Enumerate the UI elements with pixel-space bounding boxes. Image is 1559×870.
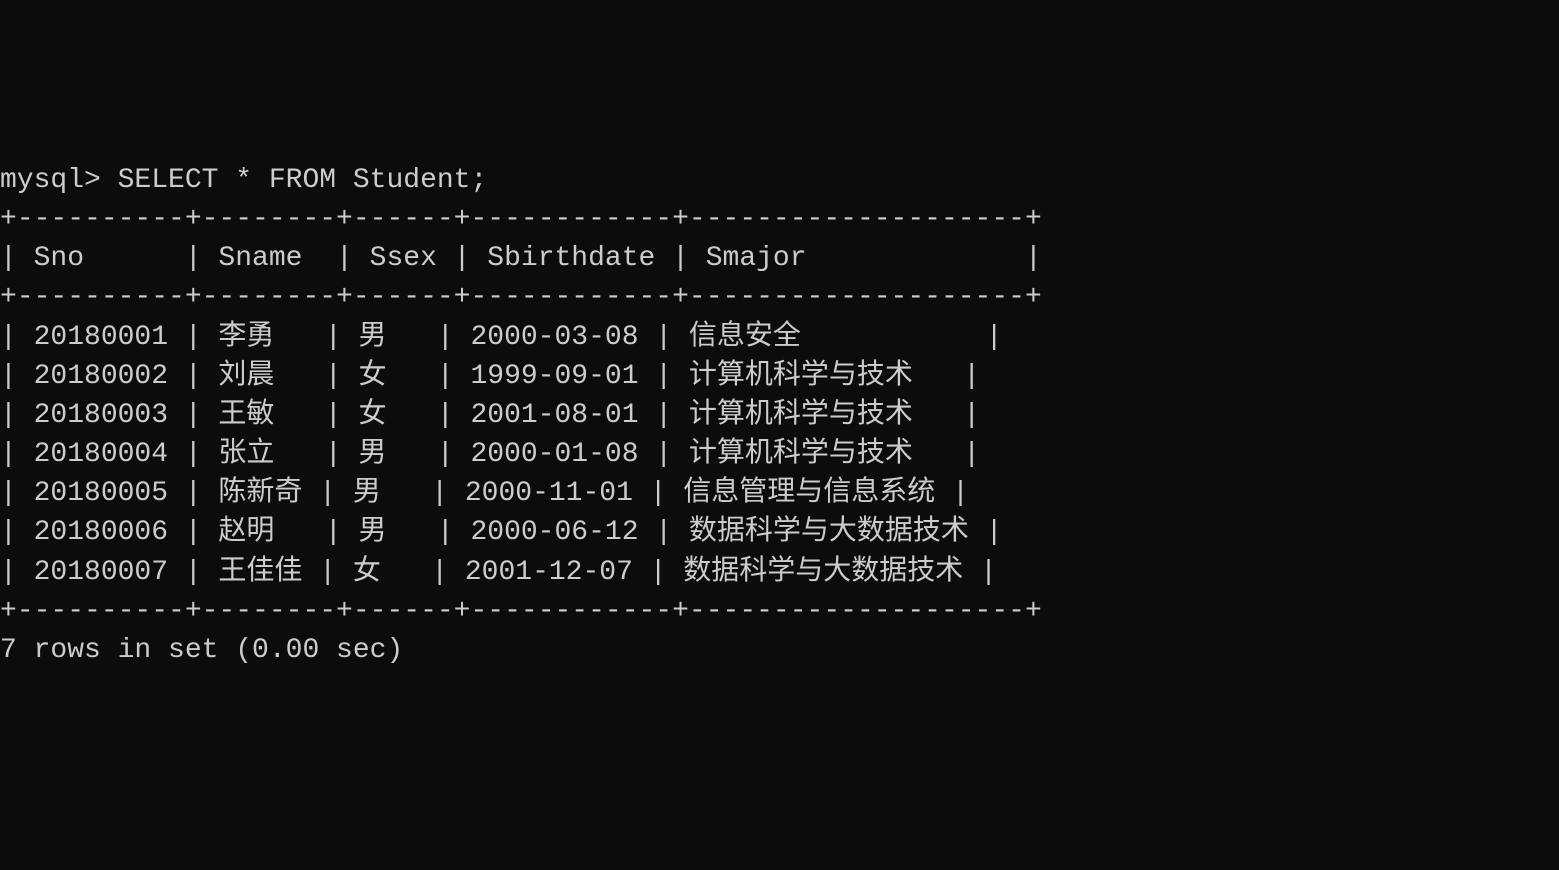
- mysql-terminal[interactable]: mysql> SELECT * FROM Student; +---------…: [0, 161, 1559, 670]
- separator-bottom: +----------+--------+------+------------…: [0, 596, 1042, 627]
- table-row: | 20180006 | 赵明 | 男 | 2000-06-12 | 数据科学与…: [0, 517, 1003, 548]
- table-header: | Sno | Sname | Ssex | Sbirthdate | Smaj…: [0, 243, 1042, 274]
- table-row: | 20180007 | 王佳佳 | 女 | 2001-12-07 | 数据科学…: [0, 557, 997, 588]
- mysql-prompt: mysql>: [0, 165, 118, 196]
- separator-top: +----------+--------+------+------------…: [0, 204, 1042, 235]
- table-row: | 20180005 | 陈新奇 | 男 | 2000-11-01 | 信息管理…: [0, 478, 969, 509]
- sql-command: SELECT * FROM Student;: [118, 165, 488, 196]
- command-line: mysql> SELECT * FROM Student;: [0, 165, 487, 196]
- table-row: | 20180001 | 李勇 | 男 | 2000-03-08 | 信息安全 …: [0, 322, 1003, 353]
- separator-mid: +----------+--------+------+------------…: [0, 282, 1042, 313]
- table-row: | 20180003 | 王敏 | 女 | 2001-08-01 | 计算机科学…: [0, 400, 980, 431]
- table-row: | 20180004 | 张立 | 男 | 2000-01-08 | 计算机科学…: [0, 439, 980, 470]
- result-status: 7 rows in set (0.00 sec): [0, 635, 403, 666]
- table-row: | 20180002 | 刘晨 | 女 | 1999-09-01 | 计算机科学…: [0, 361, 980, 392]
